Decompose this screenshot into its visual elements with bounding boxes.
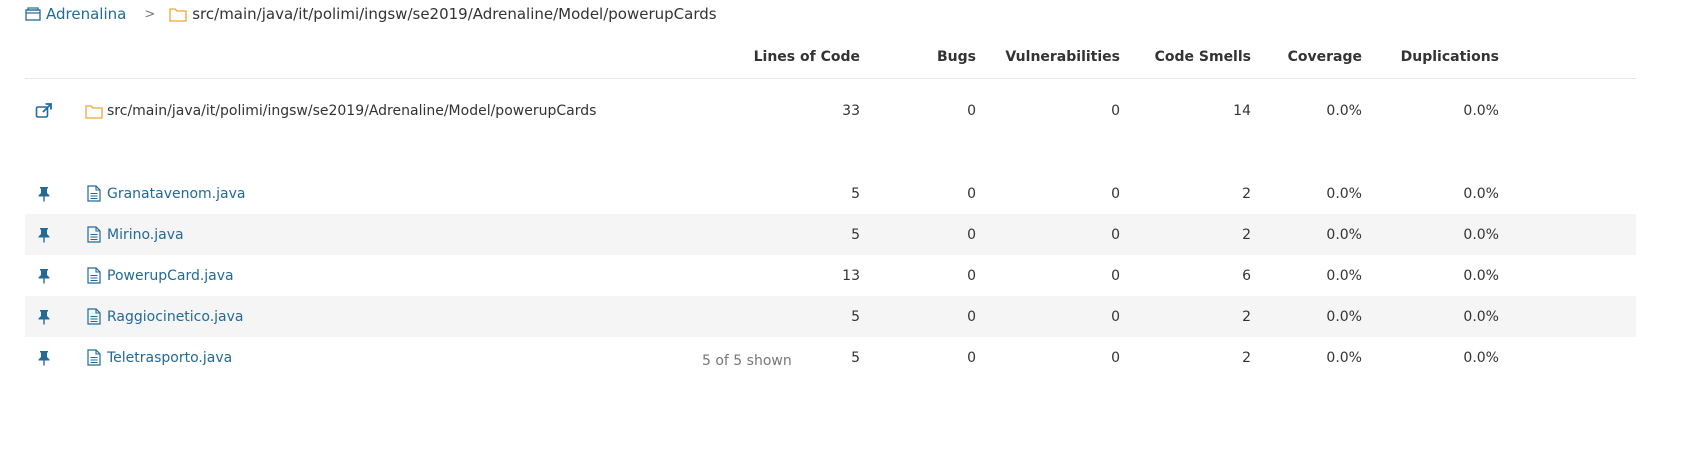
file-bugs[interactable]: 0 [967,173,976,214]
header-code-smells[interactable]: Code Smells [1155,49,1251,65]
file-icon [85,255,103,296]
file-icon [85,296,103,337]
file-bugs[interactable]: 0 [967,214,976,255]
file-name[interactable]: Mirino.java [107,214,184,255]
open-external-icon[interactable] [33,79,55,143]
pin-icon[interactable] [33,255,55,296]
header-duplications[interactable]: Duplications [1401,49,1499,65]
file-duplications[interactable]: 0.0% [1463,173,1499,214]
file-row: Raggiocinetico.java 5 0 0 2 0.0% 0.0% [25,296,1636,337]
file-coverage[interactable]: 0.0% [1326,173,1362,214]
header-lines-of-code[interactable]: Lines of Code [754,49,860,65]
file-vulnerabilities[interactable]: 0 [1111,255,1120,296]
directory-row: src/main/java/it/polimi/ingsw/se2019/Adr… [25,79,1636,143]
file-bugs[interactable]: 0 [967,255,976,296]
file-bugs[interactable]: 0 [967,296,976,337]
folder-icon [85,79,103,143]
file-icon [85,214,103,255]
file-row: Teletrasporto.java 5 0 0 2 0.0% 0.0% [25,337,1636,378]
file-duplications[interactable]: 0.0% [1463,214,1499,255]
breadcrumb-separator: > [144,6,156,22]
file-icon [85,337,103,378]
file-duplications[interactable]: 0.0% [1463,296,1499,337]
directory-duplications[interactable]: 0.0% [1463,79,1499,143]
file-row: Granatavenom.java 5 0 0 2 0.0% 0.0% [25,173,1636,214]
file-icon [85,173,103,214]
directory-lines-of-code[interactable]: 33 [842,79,860,143]
directory-vulnerabilities[interactable]: 0 [1111,79,1120,143]
pin-icon[interactable] [33,296,55,337]
file-row: Mirino.java 5 0 0 2 0.0% 0.0% [25,214,1636,255]
file-lines-of-code[interactable]: 5 [851,214,860,255]
file-code-smells[interactable]: 2 [1242,296,1251,337]
project-icon [25,7,41,21]
file-coverage[interactable]: 0.0% [1326,296,1362,337]
header-coverage[interactable]: Coverage [1288,49,1362,65]
table-header: Lines of Code Bugs Vulnerabilities Code … [25,38,1636,79]
file-list: Granatavenom.java 5 0 0 2 0.0% 0.0% Miri… [25,173,1636,378]
file-vulnerabilities[interactable]: 0 [1111,337,1120,378]
file-code-smells[interactable]: 2 [1242,337,1251,378]
file-vulnerabilities[interactable]: 0 [1111,296,1120,337]
pin-icon[interactable] [33,173,55,214]
file-coverage[interactable]: 0.0% [1326,337,1362,378]
header-bugs[interactable]: Bugs [937,49,976,65]
header-vulnerabilities[interactable]: Vulnerabilities [1005,49,1120,65]
directory-bugs[interactable]: 0 [967,79,976,143]
breadcrumb-project-link[interactable]: Adrenalina [46,5,126,23]
file-code-smells[interactable]: 6 [1242,255,1251,296]
file-duplications[interactable]: 0.0% [1463,255,1499,296]
file-vulnerabilities[interactable]: 0 [1111,173,1120,214]
file-row: PowerupCard.java 13 0 0 6 0.0% 0.0% [25,255,1636,296]
file-name[interactable]: Teletrasporto.java [107,337,232,378]
directory-name[interactable]: src/main/java/it/polimi/ingsw/se2019/Adr… [107,79,596,143]
file-coverage[interactable]: 0.0% [1326,255,1362,296]
file-bugs[interactable]: 0 [967,337,976,378]
file-name[interactable]: PowerupCard.java [107,255,234,296]
folder-icon [169,7,187,22]
file-vulnerabilities[interactable]: 0 [1111,214,1120,255]
directory-coverage[interactable]: 0.0% [1326,79,1362,143]
pin-icon[interactable] [33,337,55,378]
file-duplications[interactable]: 0.0% [1463,337,1499,378]
file-name[interactable]: Granatavenom.java [107,173,245,214]
file-lines-of-code[interactable]: 13 [842,255,860,296]
file-code-smells[interactable]: 2 [1242,214,1251,255]
directory-code-smells[interactable]: 14 [1233,79,1251,143]
pin-icon[interactable] [33,214,55,255]
file-lines-of-code[interactable]: 5 [851,337,860,378]
file-coverage[interactable]: 0.0% [1326,214,1362,255]
file-lines-of-code[interactable]: 5 [851,296,860,337]
file-name[interactable]: Raggiocinetico.java [107,296,243,337]
shown-count: 5 of 5 shown [702,353,792,369]
file-code-smells[interactable]: 2 [1242,173,1251,214]
file-lines-of-code[interactable]: 5 [851,173,860,214]
breadcrumb-current-path: src/main/java/it/polimi/ingsw/se2019/Adr… [192,5,717,23]
measures-table: Lines of Code Bugs Vulnerabilities Code … [25,38,1636,378]
breadcrumb: Adrenalina > src/main/java/it/polimi/ing… [25,3,717,25]
